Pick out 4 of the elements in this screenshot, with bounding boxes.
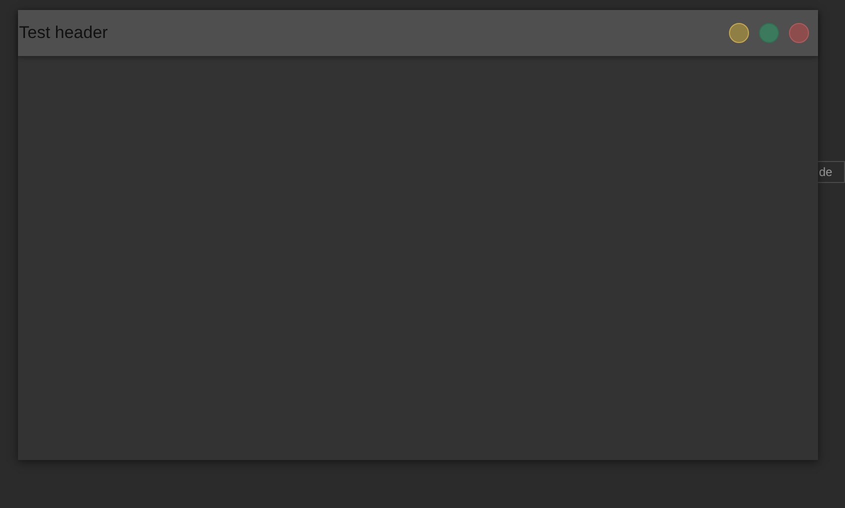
minimize-button[interactable] xyxy=(729,23,749,43)
close-button[interactable] xyxy=(789,23,809,43)
window-title: Test header xyxy=(18,23,108,43)
maximize-button[interactable] xyxy=(759,23,779,43)
